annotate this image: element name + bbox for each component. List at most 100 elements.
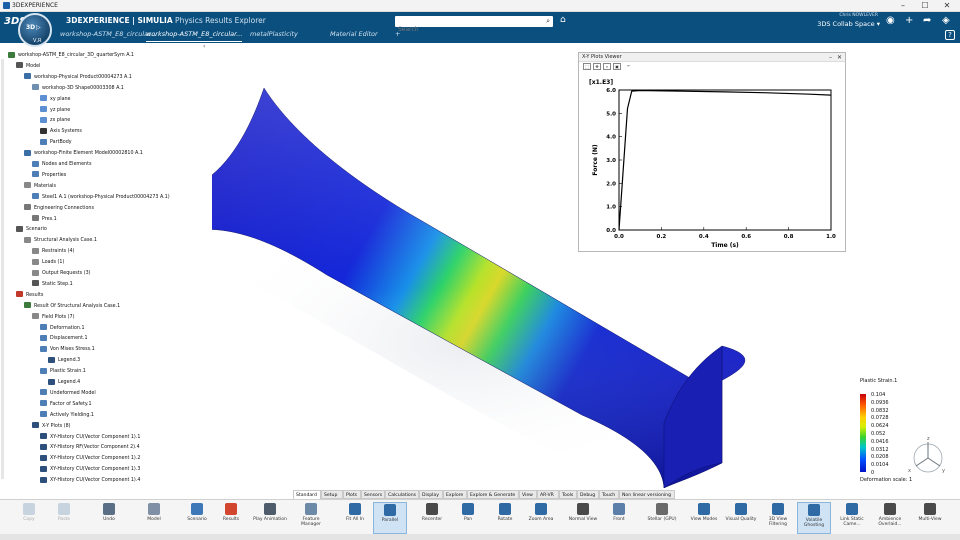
search-icon[interactable]: ⌕: [546, 17, 550, 26]
xy-plots-viewer[interactable]: X-Y Plots Viewer – ✕ ⬚ ✥ ⌕ ▣ ← [x1.E3] 0.…: [578, 52, 846, 252]
share-icon[interactable]: ➦: [923, 15, 931, 26]
action-ambience-overlaid-button[interactable]: Ambience Overlaid...: [873, 502, 907, 534]
tree-item[interactable]: workshop-3D Shape00003308 A.1: [32, 84, 124, 93]
tree-item[interactable]: Engineering Connections: [24, 204, 94, 213]
action-volatile-ghosting-button[interactable]: Volatile Ghosting: [797, 502, 831, 534]
fit-icon[interactable]: ▣: [613, 63, 621, 70]
action-3d-view-filtering-button[interactable]: 3D View Filtering: [761, 502, 795, 534]
tree-item[interactable]: Deformation.1: [40, 324, 85, 333]
tree-item[interactable]: Static Step.1: [32, 280, 73, 289]
collapse-panel-icon[interactable]: ‹: [203, 43, 205, 50]
add-icon[interactable]: +: [905, 15, 913, 26]
action-paste-button[interactable]: Paste: [47, 502, 81, 534]
tree-item[interactable]: workshop-ASTM_E8_circular_3D_quarterSym …: [8, 51, 134, 60]
action-front-button[interactable]: Front: [602, 502, 636, 534]
action-stellar-gpu-button[interactable]: Stellar (GPU): [645, 502, 679, 534]
action-pan-button[interactable]: Pan: [451, 502, 485, 534]
tab-metal-plasticity[interactable]: metalPlasticity: [250, 30, 298, 42]
search-input[interactable]: [395, 24, 535, 35]
close-icon[interactable]: ✕: [837, 53, 842, 62]
tree-item[interactable]: yz plane: [40, 106, 70, 115]
tree-item[interactable]: XY-History CU(Vector Component 1).3: [40, 465, 140, 474]
maximize-icon[interactable]: ☐: [914, 0, 936, 12]
tree-item[interactable]: Legend.4: [48, 378, 80, 387]
action-fit-all-in-button[interactable]: Fit All In: [338, 502, 372, 534]
tree-item[interactable]: Scenario: [16, 225, 47, 234]
command-tab[interactable]: AR-VR: [537, 490, 559, 499]
command-tab[interactable]: Debug: [577, 490, 599, 499]
tab-material-editor[interactable]: Material Editor: [330, 30, 378, 42]
add-tab-button[interactable]: +: [395, 30, 400, 42]
tab-workshop-1[interactable]: workshop-ASTM_E8_circular...: [60, 30, 156, 42]
action-multi-view-button[interactable]: Multi-View: [913, 502, 947, 534]
command-tab[interactable]: Standard: [293, 490, 321, 499]
tree-item[interactable]: Plastic Strain.1: [40, 367, 86, 376]
tree-item[interactable]: Loads (1): [32, 258, 64, 267]
user-icon[interactable]: ◉: [886, 15, 895, 26]
tree-item[interactable]: XY-History RF(Vector Component 2).4: [40, 443, 140, 452]
tree-item[interactable]: Model: [16, 62, 40, 71]
command-tab[interactable]: Explore: [443, 490, 467, 499]
action-play-animation-button[interactable]: Play Animation: [253, 502, 287, 534]
tree-item[interactable]: Output Requests (3): [32, 269, 91, 278]
tree-item[interactable]: xy plane: [40, 95, 71, 104]
search-box[interactable]: ⌕: [395, 16, 553, 35]
tab-workshop-2[interactable]: workshop-ASTM_E8_circular...: [146, 30, 243, 42]
minimize-icon[interactable]: –: [892, 0, 914, 12]
command-tab[interactable]: Touch: [599, 490, 619, 499]
action-results-button[interactable]: Results: [214, 502, 248, 534]
tree-item[interactable]: XY-History CU(Vector Component 1).2: [40, 454, 140, 463]
tree-item[interactable]: PartBody: [40, 138, 72, 147]
action-scenario-button[interactable]: Scenario: [180, 502, 214, 534]
close-icon[interactable]: ✕: [936, 0, 958, 12]
action-link-static-came-button[interactable]: Link Static Came...: [835, 502, 869, 534]
pan-icon[interactable]: ✥: [593, 63, 601, 70]
minimize-icon[interactable]: –: [829, 53, 832, 62]
tree-item[interactable]: Restraints (4): [32, 247, 74, 256]
command-tab[interactable]: Tools: [559, 490, 577, 499]
command-tab[interactable]: Sensors: [361, 490, 385, 499]
action-copy-button[interactable]: Copy: [12, 502, 46, 534]
compass-nav-icon[interactable]: ◈: [942, 15, 950, 26]
command-tab[interactable]: View: [519, 490, 537, 499]
xy-viewer-header[interactable]: X-Y Plots Viewer – ✕: [579, 53, 845, 62]
collab-space-selector[interactable]: 3DS Collab Space ▾: [800, 20, 880, 28]
tag-icon[interactable]: ⌂: [560, 15, 566, 25]
tree-item[interactable]: Factor of Safety.1: [40, 400, 92, 409]
tree-item[interactable]: Structural Analysis Case.1: [24, 236, 97, 245]
tree-item[interactable]: Properties: [32, 171, 66, 180]
help-icon[interactable]: ?: [945, 30, 955, 40]
action-visual-quality-button[interactable]: Visual Quality: [724, 502, 758, 534]
action-parallel-button[interactable]: Parallel: [373, 502, 407, 534]
tree-scrollbar[interactable]: [1, 59, 4, 479]
tree-item[interactable]: X-Y Plots (8): [32, 422, 71, 431]
command-tab[interactable]: Display: [419, 490, 443, 499]
tree-item[interactable]: Displacement.1: [40, 334, 88, 343]
tree-item[interactable]: Von Mises Stress.1: [40, 345, 95, 354]
command-tab[interactable]: Setup: [321, 490, 343, 499]
tree-item[interactable]: XY-History CU(Vector Component 1).1: [40, 433, 140, 442]
action-normal-view-button[interactable]: Normal View: [566, 502, 600, 534]
tree-item[interactable]: Axis Systems: [40, 127, 82, 136]
action-zoom-area-button[interactable]: Zoom Area: [524, 502, 558, 534]
select-icon[interactable]: ⬚: [583, 63, 591, 70]
tree-item[interactable]: XY-History CU(Vector Component 1).4: [40, 476, 140, 485]
tree-item[interactable]: Legend.3: [48, 356, 80, 365]
command-tab[interactable]: Calculations: [385, 490, 419, 499]
tree-item[interactable]: Pres.1: [32, 215, 57, 224]
action-rotate-button[interactable]: Rotate: [488, 502, 522, 534]
tree-item[interactable]: Field Plots (7): [32, 313, 74, 322]
tree-item[interactable]: Result Of Structural Analysis Case.1: [24, 302, 120, 311]
action-model-button[interactable]: Model: [137, 502, 171, 534]
tree-item[interactable]: zx plane: [40, 116, 70, 125]
back-arrow-icon[interactable]: ←: [625, 63, 633, 70]
tree-item[interactable]: Results: [16, 291, 43, 300]
command-tab[interactable]: Explore & Generate: [467, 490, 519, 499]
action-undo-button[interactable]: Undo: [92, 502, 126, 534]
tree-item[interactable]: Steel1 A.1 (workshop-Physical Product000…: [32, 193, 170, 202]
command-tab[interactable]: Non linear versioning: [619, 490, 675, 499]
tree-item[interactable]: Nodes and Elements: [32, 160, 91, 169]
tree-item[interactable]: Actively Yielding.1: [40, 411, 94, 420]
tree-item[interactable]: workshop-Physical Product00004273 A.1: [24, 73, 132, 82]
action-feature-manager-button[interactable]: Feature Manager: [294, 502, 328, 534]
